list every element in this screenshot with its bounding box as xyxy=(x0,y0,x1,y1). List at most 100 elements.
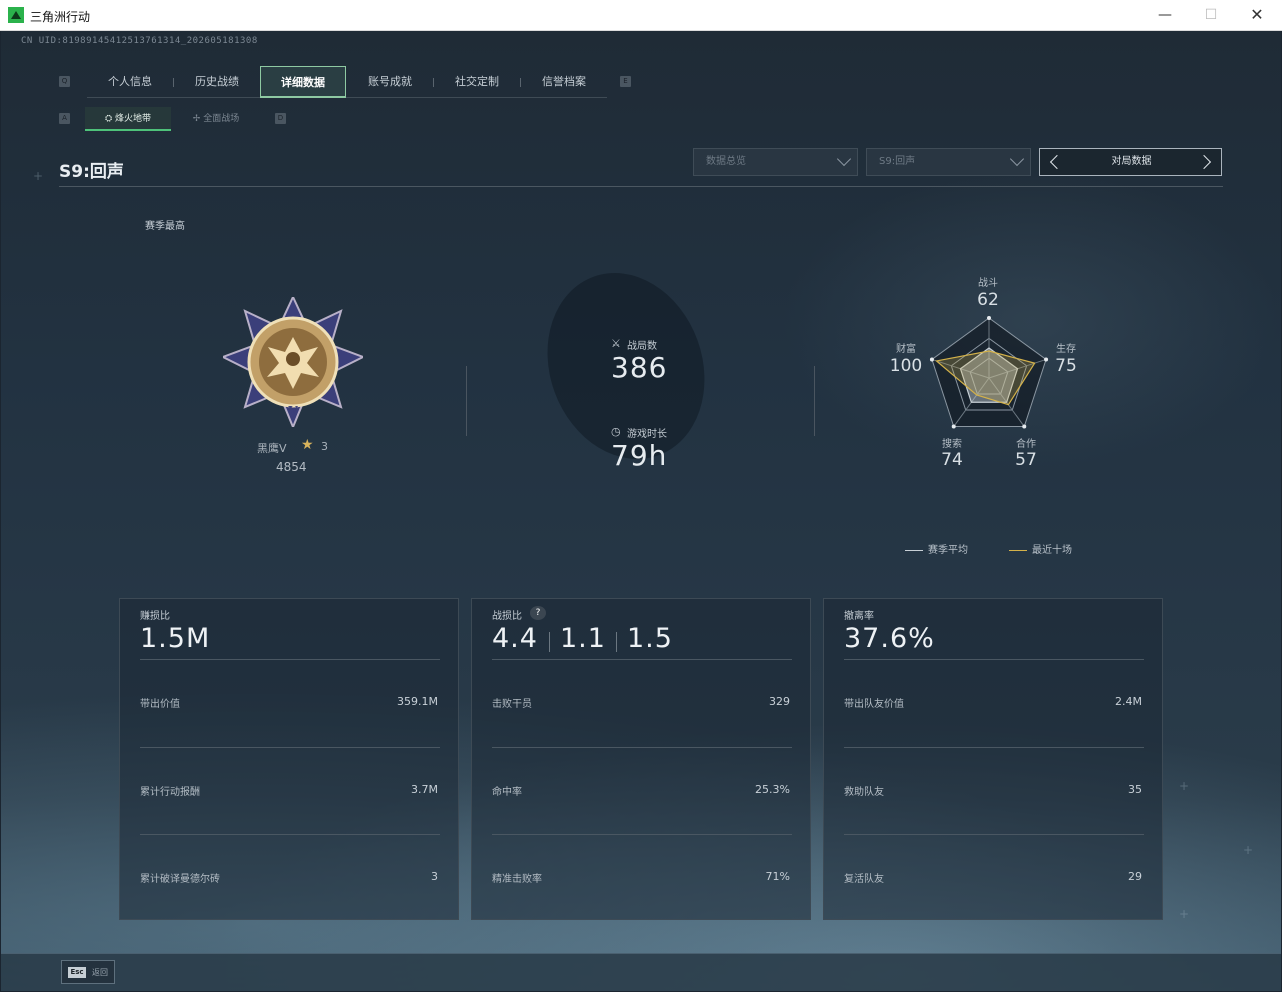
season-title: S9:回声 xyxy=(59,162,124,182)
tab-achievements[interactable]: 账号成就 xyxy=(347,66,433,98)
card-divider xyxy=(140,834,440,835)
decorative-cross-icon: + xyxy=(1179,907,1190,921)
tab-next-key[interactable]: E xyxy=(620,76,631,87)
row-value: 29 xyxy=(1128,870,1142,883)
radar-label-cooperation: 合作 xyxy=(1016,439,1036,450)
matches-value: 386 xyxy=(611,351,668,384)
hazard-zone-icon: ⛭ xyxy=(104,114,116,124)
dropdown-value: 数据总览 xyxy=(706,156,746,167)
data-overview-dropdown[interactable]: 数据总览 xyxy=(693,148,858,176)
rank-score: 4854 xyxy=(276,460,307,474)
app-logo-icon xyxy=(8,7,24,23)
match-data-label[interactable]: 对局数据 xyxy=(1040,149,1223,175)
header-divider xyxy=(59,186,1223,187)
radar-value-search: 74 xyxy=(941,450,963,470)
kd-ratio-card: 战损比 ? 4.4 1.1 1.5 击败干员 329 命中率 25.3% 精准击… xyxy=(471,598,811,920)
row-value: 2.4M xyxy=(1115,695,1142,708)
radar-label-combat: 战斗 xyxy=(978,278,998,289)
minimize-button[interactable]: — xyxy=(1142,0,1188,31)
card-title: 撤离率 xyxy=(844,611,874,622)
playtime-value: 79h xyxy=(611,439,668,472)
row-label: 击败干员 xyxy=(492,699,532,710)
row-label: 精准击败率 xyxy=(492,874,542,885)
legend-swatch xyxy=(905,549,923,551)
card-big-value: 1.5M xyxy=(140,623,211,654)
bottom-bar: Esc 返回 xyxy=(1,953,1281,991)
rank-star-count: 3 xyxy=(321,440,328,453)
maximize-button[interactable]: ☐ xyxy=(1188,0,1234,31)
playtime-label: 游戏时长 xyxy=(627,429,667,440)
card-title: 赚损比 xyxy=(140,611,170,622)
clock-icon: ◷ xyxy=(611,425,621,438)
radar-vertex-dot xyxy=(1022,424,1027,429)
help-icon[interactable]: ? xyxy=(530,606,546,620)
card-title: 战损比 xyxy=(492,611,522,622)
radar-vertex-dot xyxy=(951,424,956,429)
season-dropdown[interactable]: S9:回声 xyxy=(866,148,1031,176)
matches-label: 战局数 xyxy=(627,341,657,352)
kd-divider xyxy=(549,632,550,652)
subtab-label: 烽火地带 xyxy=(115,114,152,124)
chevron-down-icon xyxy=(1009,151,1025,167)
season-best-label: 赛季最高 xyxy=(145,221,185,232)
radar-label-search: 搜索 xyxy=(942,439,962,450)
row-value: 329 xyxy=(769,695,790,708)
radar-vertex-dot xyxy=(987,316,991,320)
dropdown-value: S9:回声 xyxy=(879,156,916,167)
warfare-icon: ✢ xyxy=(192,114,204,124)
tab-detailed-data[interactable]: 详细数据 xyxy=(260,66,346,98)
subtab-warfare[interactable]: ✢ 全面战场 xyxy=(173,107,259,131)
row-value: 35 xyxy=(1128,783,1142,796)
card-divider xyxy=(140,747,440,748)
decorative-cross-icon: + xyxy=(1179,779,1190,793)
game-viewport: CN UID:8198914541251376131­4_20260518130… xyxy=(1,31,1281,991)
extraction-rate-card: 撤离率 37.6% 带出队友价值 2.4M 救助队友 35 复活队友 29 xyxy=(823,598,1163,920)
svg-text:V: V xyxy=(287,404,298,418)
rank-name: 黑鹰V xyxy=(257,442,287,455)
row-label: 带出价值 xyxy=(140,699,180,710)
row-label: 救助队友 xyxy=(844,787,884,798)
subtab-hazard-zone[interactable]: ⛭ 烽火地带 xyxy=(85,107,171,131)
tab-history[interactable]: 历史战绩 xyxy=(174,66,260,98)
decorative-cross-icon: + xyxy=(1243,843,1254,857)
card-divider xyxy=(844,659,1144,660)
row-value: 3 xyxy=(431,870,438,883)
card-divider xyxy=(492,747,792,748)
row-label: 累计行动报酬 xyxy=(140,787,200,798)
chevron-down-icon xyxy=(836,151,852,167)
tab-credit[interactable]: 信誉档案 xyxy=(521,66,607,98)
tab-prev-key[interactable]: Q xyxy=(59,76,70,87)
back-button[interactable]: Esc 返回 xyxy=(61,960,115,984)
row-label: 带出队友价值 xyxy=(844,699,904,710)
row-value: 25.3% xyxy=(755,783,790,796)
card-divider xyxy=(492,834,792,835)
legend-label: 最近十场 xyxy=(1032,545,1072,556)
radar-label-wealth: 财富 xyxy=(896,344,916,355)
crossed-swords-icon: ⚔ xyxy=(611,337,621,350)
subtab-next-key[interactable]: D xyxy=(275,113,286,124)
kd-divider xyxy=(616,632,617,652)
subtab-prev-key[interactable]: A xyxy=(59,113,70,124)
kd-value-3: 1.5 xyxy=(627,623,673,654)
tab-profile[interactable]: 个人信息 xyxy=(87,66,173,98)
window-titlebar: 三角洲行动 — ☐ ✕ xyxy=(0,0,1282,31)
star-icon: ★ xyxy=(301,437,314,453)
esc-key: Esc xyxy=(68,967,86,978)
legend-recent-ten: 最近十场 xyxy=(1009,541,1072,556)
row-label: 累计破译曼德尔砖 xyxy=(140,874,220,885)
close-button[interactable]: ✕ xyxy=(1234,0,1280,31)
section-divider xyxy=(814,366,815,436)
tab-social[interactable]: 社交定制 xyxy=(434,66,520,98)
subtab-label: 全面战场 xyxy=(203,114,240,124)
radar-value-cooperation: 57 xyxy=(1015,450,1037,470)
ability-radar-chart xyxy=(929,316,1049,429)
radar-value-wealth: 100 xyxy=(889,356,923,376)
rank-medal-icon: V xyxy=(223,297,363,427)
card-divider xyxy=(492,659,792,660)
row-value: 3.7M xyxy=(411,783,438,796)
row-label: 命中率 xyxy=(492,787,522,798)
section-divider xyxy=(466,366,467,436)
main-tabs: 个人信息 历史战绩 详细数据 账号成就 社交定制 信誉档案 xyxy=(87,66,607,98)
back-label: 返回 xyxy=(92,968,108,977)
radar-value-survival: 75 xyxy=(1055,356,1077,376)
